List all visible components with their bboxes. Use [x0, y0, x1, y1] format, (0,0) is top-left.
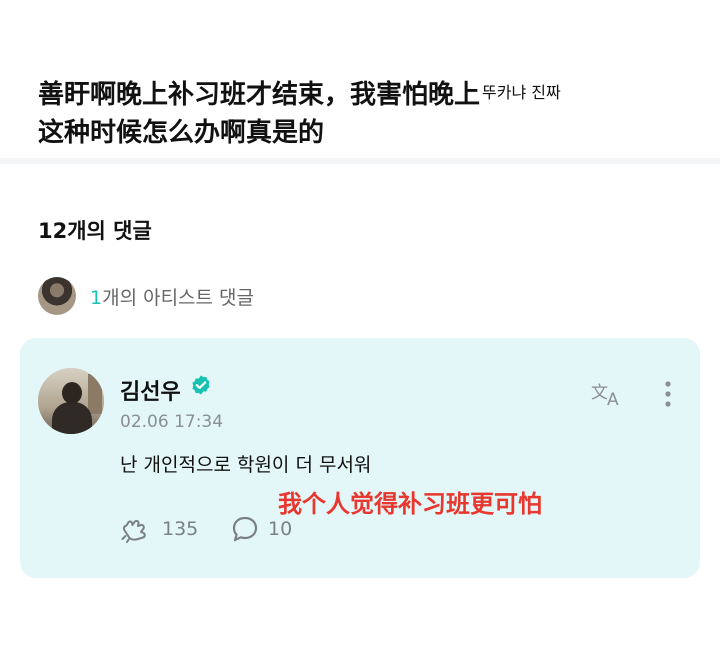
like-button[interactable]: 135 — [120, 514, 198, 544]
post-text-line2: 这种时候怎么办啊真是的 — [38, 118, 325, 148]
translation-overlay: 我个人觉得补习班更可怕 — [278, 490, 542, 518]
comment-card: 김선우 02.06 17:34 文 A 난 개인적으로 학원이 더 무서워 我个… — [20, 338, 700, 578]
avatar[interactable] — [38, 368, 104, 434]
reply-icon — [232, 516, 258, 542]
reply-button[interactable]: 10 — [230, 514, 292, 544]
artist-avatar — [38, 277, 76, 315]
post-text-inline: 뚜카냐 진짜 — [482, 83, 561, 102]
svg-text:文: 文 — [591, 383, 608, 403]
section-divider — [0, 158, 720, 164]
svg-text:A: A — [607, 390, 619, 408]
post-text: 善盱啊晚上补习班才结束，我害怕晚上 뚜카냐 진짜 这种时候怎么办啊真是的 — [38, 76, 698, 152]
post-text-main: 善盱啊晚上补习班才结束，我害怕晚上 — [38, 80, 481, 110]
more-options-icon[interactable] — [656, 378, 680, 410]
comment-body: 난 개인적으로 학원이 더 무서워 — [120, 454, 372, 476]
like-count: 135 — [162, 518, 199, 540]
comment-count: 12개의 댓글 — [38, 219, 152, 243]
artist-comment-label-text: 개의 아티스트 댓글 — [102, 286, 255, 309]
artist-comments-link[interactable]: 1개의 아티스트 댓글 — [38, 276, 254, 316]
artist-comment-count: 1 — [90, 286, 103, 309]
reply-count: 10 — [268, 518, 293, 540]
verified-icon — [192, 375, 210, 395]
artist-comments-label: 1개의 아티스트 댓글 — [90, 283, 254, 310]
author-name[interactable]: 김선우 — [120, 374, 181, 406]
translate-icon[interactable]: 文 A — [590, 378, 626, 408]
post-section: 善盱啊晚上补习班才结束，我害怕晚上 뚜카냐 진짜 这种时候怎么办啊真是的 — [0, 0, 720, 160]
like-icon — [121, 519, 146, 543]
comment-timestamp: 02.06 17:34 — [120, 412, 224, 432]
